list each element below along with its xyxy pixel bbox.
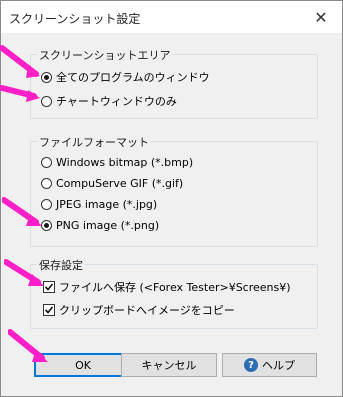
checkbox-copy-to-clipboard[interactable]: クリップボードへイメージをコピー	[43, 302, 235, 318]
annotation-arrow-png	[2, 197, 42, 226]
radio-png[interactable]: PNG image (*.png)	[41, 219, 159, 232]
ok-button-label: OK	[75, 358, 91, 372]
radio-label: チャートウィンドウのみ	[56, 95, 177, 108]
radio-label: CompuServe GIF (*.gif)	[56, 177, 184, 190]
file-format-group: ファイルフォーマット Windows bitmap (*.bmp) CompuS…	[30, 134, 318, 247]
radio-bmp[interactable]: Windows bitmap (*.bmp)	[41, 156, 193, 169]
close-icon: ✕	[314, 7, 328, 27]
checkbox-save-to-file[interactable]: ファイルへ保存 (<Forex Tester>¥Screens¥)	[43, 279, 291, 295]
radio-chart-window-only[interactable]: チャートウィンドウのみ	[41, 93, 177, 109]
radio-all-windows[interactable]: 全てのプログラムのウィンドウ	[41, 69, 210, 85]
annotation-arrow-ok	[8, 329, 48, 362]
dialog-title: スクリーンショット設定	[9, 12, 141, 26]
radio-label: PNG image (*.png)	[56, 219, 160, 232]
screenshot-area-group: スクリーンショットエリア 全てのプログラムのウィンドウ チャートウィンドウのみ	[30, 47, 318, 119]
annotation-arrow-area	[0, 45, 40, 102]
screenshot-area-legend: スクリーンショットエリア	[37, 47, 173, 63]
file-format-legend: ファイルフォーマット	[37, 134, 151, 150]
radio-gif[interactable]: CompuServe GIF (*.gif)	[41, 177, 183, 190]
checkmark-icon	[44, 306, 54, 314]
cancel-button[interactable]: キャンセル	[121, 353, 217, 377]
help-button-label: ヘルプ	[262, 359, 295, 372]
radio-label: Windows bitmap (*.bmp)	[56, 156, 194, 169]
radio-jpg[interactable]: JPEG image (*.jpg)	[41, 198, 157, 211]
radio-indicator[interactable]	[41, 178, 52, 189]
checkbox-label: ファイルへ保存 (<Forex Tester>¥Screens¥)	[59, 281, 291, 294]
radio-label: 全てのプログラムのウィンドウ	[56, 71, 210, 84]
checkbox-indicator[interactable]	[43, 304, 55, 316]
radio-label: JPEG image (*.jpg)	[56, 198, 158, 211]
radio-indicator[interactable]	[41, 157, 52, 168]
close-button[interactable]: ✕	[302, 3, 340, 31]
help-icon: ?	[244, 358, 258, 372]
annotation-arrow-save	[4, 259, 44, 286]
help-button[interactable]: ? ヘルプ	[222, 353, 317, 377]
save-settings-group: 保存設定 ファイルへ保存 (<Forex Tester>¥Screens¥) ク…	[30, 257, 318, 329]
title-bar: スクリーンショット設定 ✕	[1, 1, 342, 34]
checkbox-label: クリップボードへイメージをコピー	[59, 304, 235, 317]
cancel-button-label: キャンセル	[141, 359, 197, 372]
